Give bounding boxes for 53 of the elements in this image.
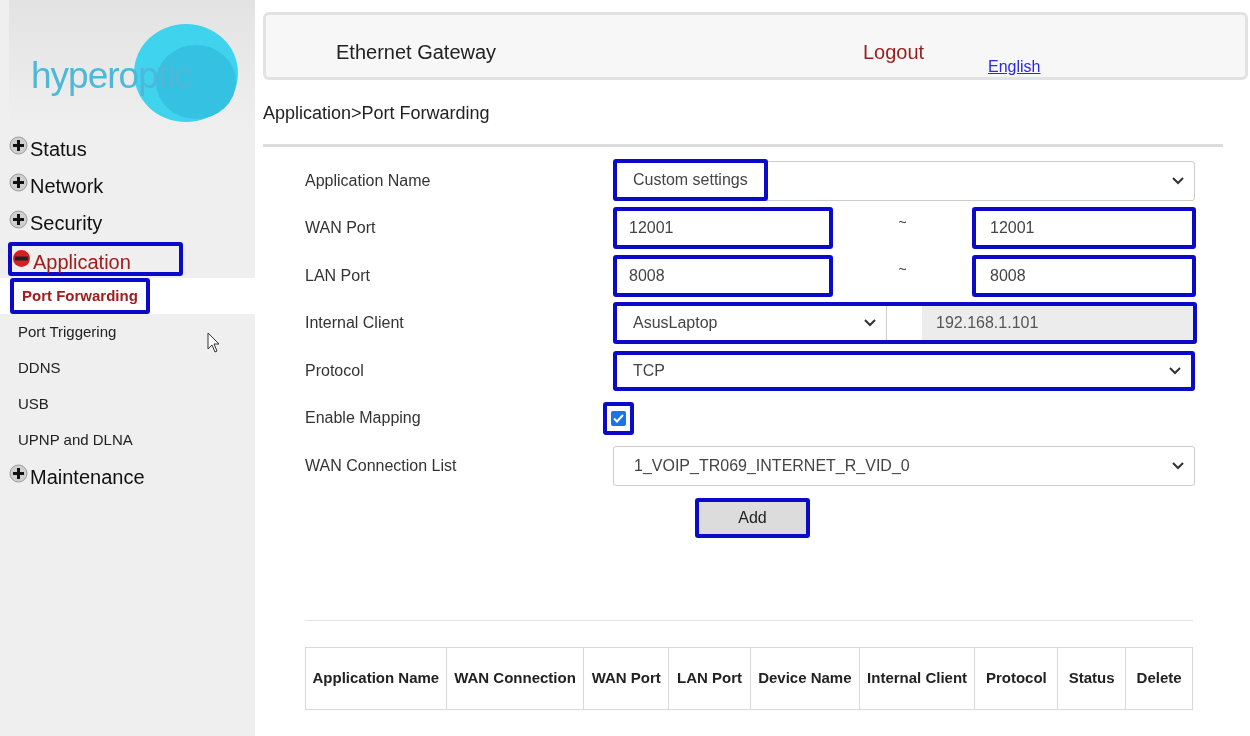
checkbox[interactable] bbox=[603, 401, 634, 435]
input-field[interactable]: 12001 bbox=[613, 207, 833, 250]
column-header: Protocol bbox=[974, 647, 1058, 709]
input-field[interactable]: 12001 bbox=[972, 207, 1196, 250]
tilde-separator: ~ bbox=[897, 212, 908, 232]
submenu-item[interactable]: Port Forwarding bbox=[10, 278, 150, 314]
field-label: LAN Port bbox=[305, 265, 371, 286]
breadcrumb: Application>Port Forwarding bbox=[263, 102, 491, 124]
field-label: Application Name bbox=[305, 170, 432, 191]
dropdown[interactable]: Custom settings bbox=[613, 160, 1195, 201]
column-header: Delete bbox=[1125, 647, 1192, 709]
gateway-title: Ethernet Gateway bbox=[336, 40, 497, 65]
submenu-item[interactable]: USB bbox=[10, 386, 57, 422]
column-header: LAN Port bbox=[668, 647, 750, 709]
logout-link[interactable]: Logout bbox=[863, 37, 925, 67]
dropdown[interactable]: TCP bbox=[613, 350, 1195, 391]
chevron-down-icon bbox=[1169, 366, 1181, 375]
selected-value[interactable]: TCP bbox=[617, 358, 665, 383]
submenu-item[interactable]: Port Triggering bbox=[10, 314, 125, 350]
menu-item[interactable]: Status bbox=[9, 134, 90, 168]
input-field[interactable]: 8008 bbox=[613, 254, 833, 297]
language-link[interactable]: English bbox=[988, 55, 1041, 79]
dropdown[interactable]: 1_VOIP_TR069_INTERNET_R_VID_0 bbox=[613, 445, 1195, 486]
chevron-down-icon bbox=[864, 319, 876, 328]
field-label: Internal Client bbox=[305, 313, 405, 334]
column-header: WAN Port bbox=[583, 647, 669, 709]
device-dropdown-value[interactable]: AsusLaptop bbox=[633, 311, 718, 336]
menu-item[interactable]: Network bbox=[9, 171, 107, 205]
field-label: Protocol bbox=[305, 360, 365, 381]
checkmark-icon bbox=[611, 410, 626, 426]
column-header: Application Name bbox=[311, 668, 441, 688]
field-label: WAN Port bbox=[305, 218, 377, 239]
column-header: WAN Connection bbox=[445, 647, 584, 709]
selected-value[interactable]: Custom settings bbox=[613, 159, 768, 202]
ip-field: 192.168.1.101 bbox=[922, 306, 1193, 341]
menu-item[interactable]: Security bbox=[9, 208, 106, 242]
add-button[interactable]: Add bbox=[695, 497, 810, 538]
column-header: Internal Client bbox=[858, 647, 975, 709]
field-label: WAN Connection List bbox=[305, 455, 458, 476]
column-header: Device Name bbox=[750, 647, 859, 709]
column-header: Status bbox=[1057, 647, 1126, 709]
field-label: Enable Mapping bbox=[305, 408, 422, 429]
menu-item[interactable]: Maintenance bbox=[9, 462, 148, 496]
chevron-down-icon bbox=[1172, 461, 1184, 470]
mouse-pointer-icon bbox=[207, 332, 221, 354]
chevron-down-icon bbox=[1172, 176, 1184, 185]
submenu-item[interactable]: DDNS bbox=[10, 350, 69, 386]
selected-value[interactable]: 1_VOIP_TR069_INTERNET_R_VID_0 bbox=[634, 453, 910, 478]
tilde-separator: ~ bbox=[897, 260, 908, 280]
input-field[interactable]: 8008 bbox=[972, 254, 1196, 297]
menu-item[interactable]: Application bbox=[8, 242, 183, 276]
submenu-item[interactable]: UPNP and DLNA bbox=[10, 422, 141, 458]
client-picker[interactable]: AsusLaptop 192.168.1.101 bbox=[613, 302, 1197, 345]
